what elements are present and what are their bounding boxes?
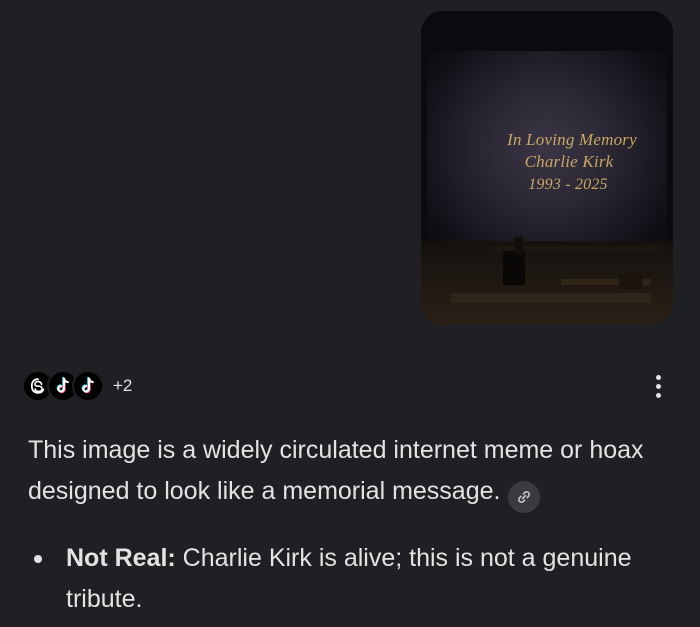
kebab-dot (655, 392, 661, 398)
memorial-image[interactable]: In Loving Memory Charlie Kirk 1993 - 202… (421, 11, 673, 325)
more-sources-count[interactable]: +2 (113, 376, 132, 396)
kebab-dot (655, 374, 661, 380)
bullet-list: Not Real: Charlie Kirk is alive; this is… (28, 538, 668, 620)
tiktok-icon[interactable] (72, 370, 104, 402)
source-chips[interactable]: +2 (22, 370, 132, 402)
answer-text: This image is a widely circulated intern… (28, 436, 644, 505)
link-chip[interactable] (508, 481, 541, 513)
bullet-label: Not Real: (66, 544, 176, 572)
kebab-dot (655, 383, 661, 389)
memorial-line-title: In Loving Memory (507, 130, 637, 149)
link-icon (518, 491, 531, 503)
list-item: Not Real: Charlie Kirk is alive; this is… (28, 538, 668, 620)
more-options-icon[interactable] (648, 372, 668, 400)
bullet-dot (34, 555, 42, 563)
answer-paragraph: This image is a widely circulated intern… (28, 430, 668, 513)
memorial-line-years: 1993 - 2025 (528, 176, 608, 193)
memorial-line-name: Charlie Kirk (524, 152, 614, 171)
